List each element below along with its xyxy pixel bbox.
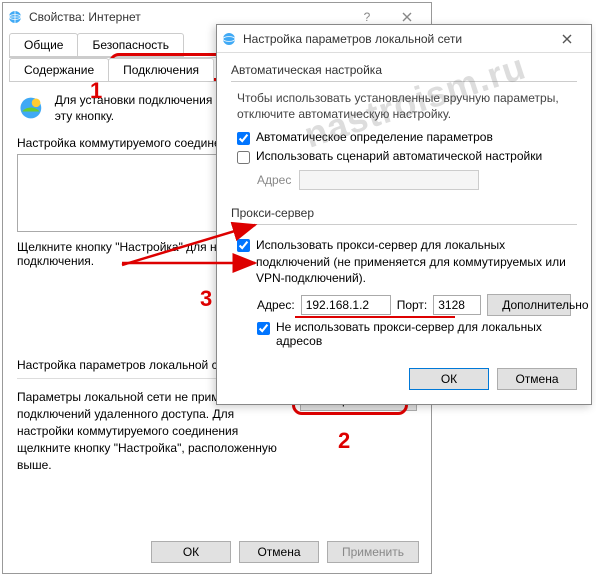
- auto-config-title: Автоматическая настройка: [231, 63, 577, 77]
- bypass-local-checkbox[interactable]: Не использовать прокси-сервер для локаль…: [257, 320, 571, 348]
- tab-general[interactable]: Общие: [9, 33, 78, 57]
- ok-button[interactable]: ОК: [409, 368, 489, 390]
- close-icon: [562, 34, 572, 44]
- cancel-button[interactable]: Отмена: [239, 541, 319, 563]
- tab-content[interactable]: Содержание: [9, 58, 109, 81]
- advanced-button[interactable]: Дополнительно: [487, 294, 571, 316]
- tab-security[interactable]: Безопасность: [77, 33, 184, 57]
- globe-icon: [17, 92, 45, 124]
- internet-options-icon: [221, 31, 237, 47]
- dialog-title: Настройка параметров локальной сети: [243, 32, 547, 46]
- bypass-local-input[interactable]: [257, 322, 270, 335]
- auto-script-checkbox[interactable]: Использовать сценарий автоматической нас…: [237, 149, 571, 164]
- apply-button[interactable]: Применить: [327, 541, 419, 563]
- close-icon: [402, 12, 412, 22]
- annotation-underline: [295, 316, 455, 318]
- auto-config-note: Чтобы использовать установленные вручную…: [237, 90, 571, 122]
- proxy-fieldset: Прокси-сервер Использовать прокси-сервер…: [231, 206, 577, 356]
- close-button[interactable]: [547, 25, 587, 53]
- use-proxy-checkbox[interactable]: Использовать прокси-сервер для локальных…: [237, 237, 571, 286]
- script-address-input: [299, 170, 479, 190]
- ok-button[interactable]: ОК: [151, 541, 231, 563]
- use-proxy-input[interactable]: [237, 239, 250, 252]
- auto-detect-checkbox[interactable]: Автоматическое определение параметров: [237, 130, 571, 145]
- bypass-local-label: Не использовать прокси-сервер для локаль…: [276, 320, 571, 348]
- lan-settings-dialog: Настройка параметров локальной сети Авто…: [216, 24, 592, 405]
- tab-connections[interactable]: Подключения: [108, 58, 214, 81]
- auto-detect-label: Автоматическое определение параметров: [256, 130, 493, 144]
- auto-script-label: Использовать сценарий автоматической нас…: [256, 149, 542, 163]
- use-proxy-label: Использовать прокси-сервер для локальных…: [256, 237, 571, 286]
- auto-script-input[interactable]: [237, 151, 250, 164]
- proxy-port-label: Порт:: [397, 298, 428, 312]
- cancel-button[interactable]: Отмена: [497, 368, 577, 390]
- proxy-title: Прокси-сервер: [231, 206, 577, 220]
- dialog-buttons: ОК Отмена Применить: [151, 541, 419, 563]
- proxy-port-input[interactable]: [433, 295, 481, 315]
- script-address-label: Адрес: [257, 173, 291, 187]
- proxy-address-label: Адрес:: [257, 298, 295, 312]
- auto-config-fieldset: Автоматическая настройка Чтобы использов…: [231, 63, 577, 194]
- internet-options-icon: [7, 9, 23, 25]
- window-title: Свойства: Интернет: [29, 10, 347, 24]
- proxy-address-input[interactable]: [301, 295, 391, 315]
- auto-detect-input[interactable]: [237, 132, 250, 145]
